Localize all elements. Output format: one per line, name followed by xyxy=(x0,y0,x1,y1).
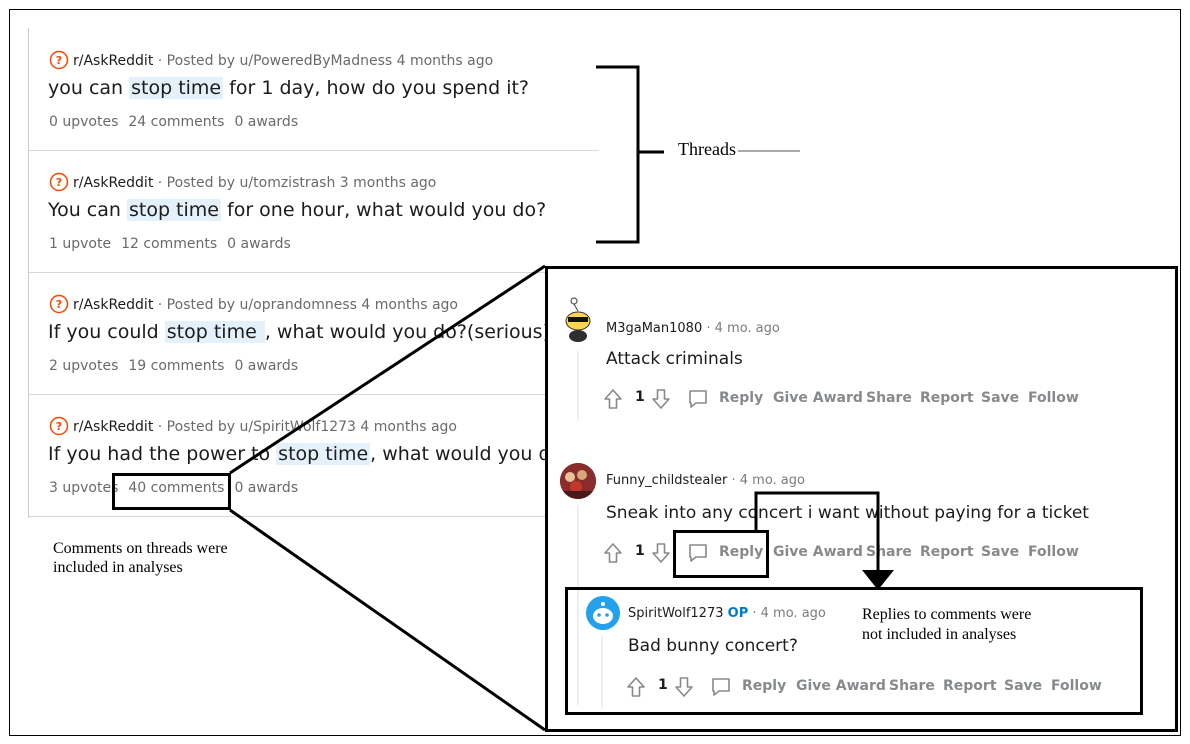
threads-bracket xyxy=(596,65,640,244)
reply-arrow xyxy=(754,491,880,572)
zoom-line xyxy=(229,264,546,475)
arrow-head-icon xyxy=(862,570,894,590)
annotation-connectors xyxy=(229,65,894,732)
zoom-line xyxy=(229,508,546,732)
